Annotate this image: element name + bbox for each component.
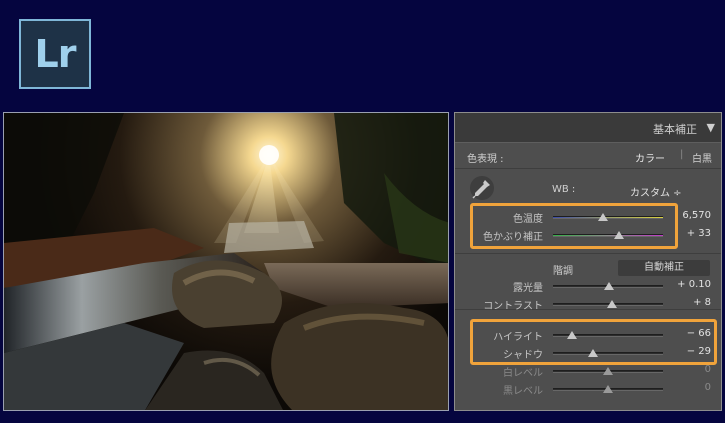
profile-color-option[interactable]: カラー xyxy=(635,150,665,165)
photo-preview xyxy=(3,112,449,411)
wb-label: WB : xyxy=(552,184,576,195)
slider-value[interactable]: + 0.10 xyxy=(667,279,711,290)
forest-stream-image xyxy=(4,113,448,410)
slider-value[interactable]: 0 xyxy=(667,364,711,375)
slider-label: 露光量 xyxy=(513,283,543,294)
wb-select[interactable]: カスタム ÷ xyxy=(630,184,682,199)
slider-label: 白レベル xyxy=(503,368,543,379)
profile-divider: | xyxy=(680,149,684,160)
panel-header[interactable]: 基本補正 ▼ xyxy=(455,113,721,143)
slider-thumb[interactable] xyxy=(603,385,613,393)
slider-label: 黒レベル xyxy=(503,386,543,397)
lightroom-logo: Lr xyxy=(19,19,91,89)
logo-text: Lr xyxy=(34,32,77,76)
profile-bw-option[interactable]: 白黒 xyxy=(692,150,712,165)
triangle-down-icon[interactable]: ▼ xyxy=(707,121,715,134)
slider-label: コントラスト xyxy=(483,301,543,312)
divider xyxy=(455,168,721,169)
slider-value[interactable]: 0 xyxy=(667,382,711,393)
slider-thumb[interactable] xyxy=(603,367,613,375)
auto-tone-button[interactable]: 自動補正 xyxy=(618,260,710,276)
eyedropper-icon[interactable] xyxy=(469,175,495,201)
slider-value[interactable]: + 8 xyxy=(667,297,711,308)
highlight-box-wb xyxy=(470,203,678,249)
profile-label: 色表現 : xyxy=(467,154,504,165)
divider xyxy=(455,253,721,254)
slider-thumb[interactable] xyxy=(607,300,618,308)
tone-label: 階調 xyxy=(553,266,573,277)
slider-thumb[interactable] xyxy=(604,282,615,290)
highlight-box-tone xyxy=(470,319,717,365)
panel-title: 基本補正 xyxy=(653,123,697,136)
basic-panel: 基本補正 ▼ 色表現 : カラー | 白黒 WB : カスタム ÷ 階調 自動補… xyxy=(454,112,722,411)
